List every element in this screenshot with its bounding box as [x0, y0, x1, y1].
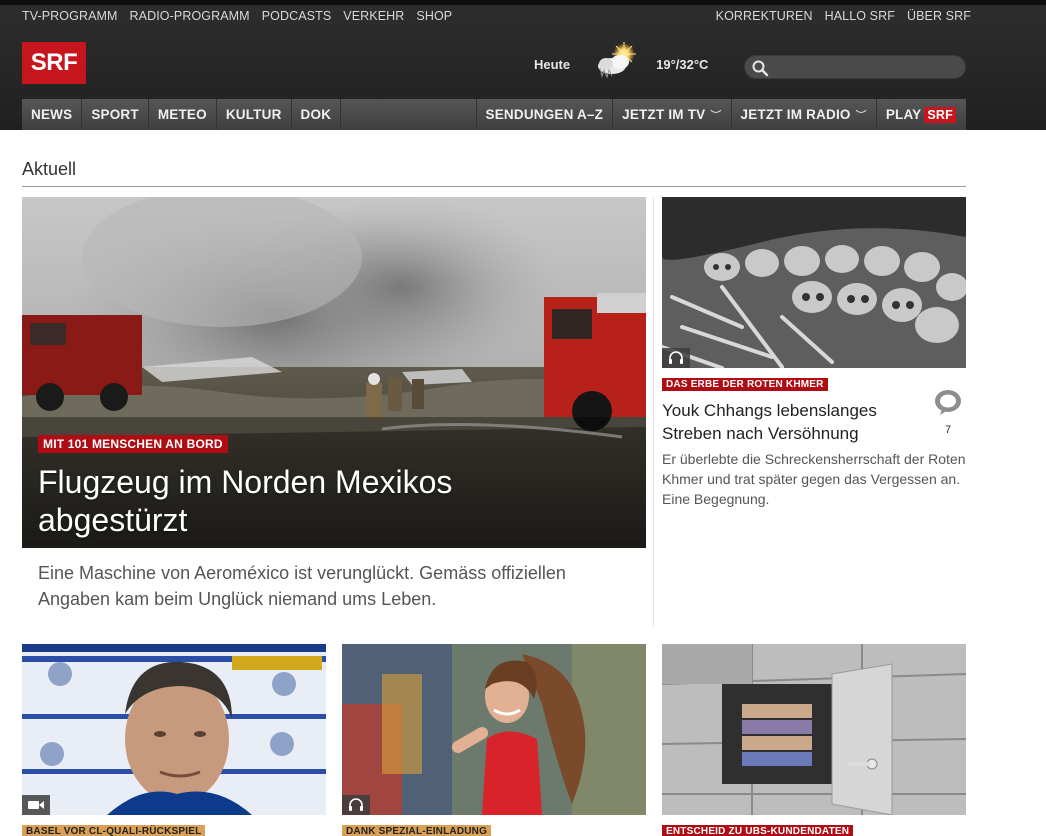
- search-box[interactable]: [744, 55, 966, 79]
- service-links-right: KORREKTUREN HALLO SRF ÜBER SRF: [704, 9, 971, 23]
- link-radio-programm[interactable]: RADIO-PROGRAMM: [130, 9, 250, 23]
- link-hallo-srf[interactable]: HALLO SRF: [825, 9, 895, 23]
- nav-jetzt-im-radio[interactable]: JETZT IM RADIO ︶: [732, 99, 877, 130]
- lead-headline[interactable]: Flugzeug im Norden Mexikos abgestürzt: [38, 463, 598, 539]
- link-korrekturen[interactable]: KORREKTUREN: [716, 9, 813, 23]
- nav-meteo[interactable]: METEO: [149, 99, 217, 130]
- chevron-down-icon: ︶: [855, 109, 867, 122]
- link-shop[interactable]: SHOP: [416, 9, 452, 23]
- nav-spacer: [341, 99, 477, 130]
- side-teaser: Er überlebte die Schreckensherrschaft de…: [662, 451, 966, 507]
- comments-link[interactable]: 7: [934, 389, 962, 436]
- side-headline[interactable]: Youk Chhangs lebenslanges Streben nach V…: [662, 399, 902, 445]
- srf-logo[interactable]: SRF: [22, 42, 86, 84]
- weather-temperature: 19°/32°C: [656, 56, 709, 72]
- article-card[interactable]: ENTSCHEID ZU UBS-KUNDENDATEN: [662, 644, 966, 836]
- nav-jetzt-im-tv[interactable]: JETZT IM TV ︶: [613, 99, 732, 130]
- nav-jetzt-im-tv-label: JETZT IM TV: [622, 107, 706, 122]
- nav-sendungen-a-z[interactable]: SENDUNGEN A–Z: [477, 99, 614, 130]
- article-card[interactable]: DANK SPEZIAL-EINLADUNG: [342, 644, 646, 836]
- video-icon: [22, 795, 50, 815]
- weather-widget[interactable]: Heute 19°/32°C: [534, 42, 708, 86]
- safe-deposit-photo: [662, 644, 966, 815]
- lead-teaser: Eine Maschine von Aeroméxico ist verungl…: [38, 563, 566, 609]
- side-kicker: DAS ERBE DER ROTEN KHMER: [662, 378, 828, 391]
- chevron-down-icon: ︶: [710, 109, 722, 122]
- lead-article[interactable]: MIT 101 MENSCHEN AN BORD Flugzeug im Nor…: [22, 197, 646, 548]
- nav-kultur[interactable]: KULTUR: [217, 99, 292, 130]
- main-nav: NEWS SPORT METEO KULTUR DOK SENDUNGEN A–…: [22, 99, 966, 130]
- link-tv-programm[interactable]: TV-PROGRAMM: [22, 9, 118, 23]
- search-icon[interactable]: [751, 59, 769, 77]
- nav-play-srf[interactable]: PLAY SRF: [877, 99, 966, 130]
- nav-jetzt-im-radio-label: JETZT IM RADIO: [740, 107, 851, 122]
- lead-kicker: MIT 101 MENSCHEN AN BORD: [38, 435, 228, 453]
- card-kicker: BASEL VOR CL-QUALI-RÜCKSPIEL: [22, 825, 206, 836]
- masthead: TV-PROGRAMM RADIO-PROGRAMM PODCASTS VERK…: [0, 0, 1046, 130]
- card-kicker: DANK SPEZIAL-EINLADUNG: [342, 825, 492, 836]
- section-divider: [22, 186, 966, 187]
- nav-dok[interactable]: DOK: [292, 99, 342, 130]
- service-links-left: TV-PROGRAMM RADIO-PROGRAMM PODCASTS VERK…: [22, 9, 464, 23]
- play-srf-badge: SRF: [924, 106, 956, 123]
- nav-sport[interactable]: SPORT: [82, 99, 149, 130]
- nav-news[interactable]: NEWS: [22, 99, 83, 130]
- link-podcasts[interactable]: PODCASTS: [262, 9, 332, 23]
- runner-photo: [342, 644, 646, 815]
- search-input[interactable]: [773, 58, 959, 76]
- weather-day: Heute: [534, 56, 571, 72]
- section-title: Aktuell: [22, 159, 77, 179]
- card-kicker: ENTSCHEID ZU UBS-KUNDENDATEN: [662, 825, 854, 836]
- headphones-icon: [662, 348, 690, 368]
- sun-cloud-icon: [590, 42, 644, 86]
- comment-count: 7: [944, 424, 952, 436]
- comment-bubble-icon: [935, 390, 961, 415]
- top-strip: [0, 0, 1046, 5]
- link-ueber-srf[interactable]: ÜBER SRF: [907, 9, 971, 23]
- headphones-icon: [342, 795, 370, 815]
- article-card[interactable]: BASEL VOR CL-QUALI-RÜCKSPIEL: [22, 644, 326, 836]
- play-label: PLAY: [885, 107, 922, 122]
- link-verkehr[interactable]: VERKEHR: [343, 9, 404, 23]
- skulls-photo: [662, 197, 966, 368]
- column-divider: [653, 197, 654, 627]
- side-article[interactable]: DAS ERBE DER ROTEN KHMER Youk Chhangs le…: [662, 197, 966, 507]
- coach-photo: [22, 644, 326, 815]
